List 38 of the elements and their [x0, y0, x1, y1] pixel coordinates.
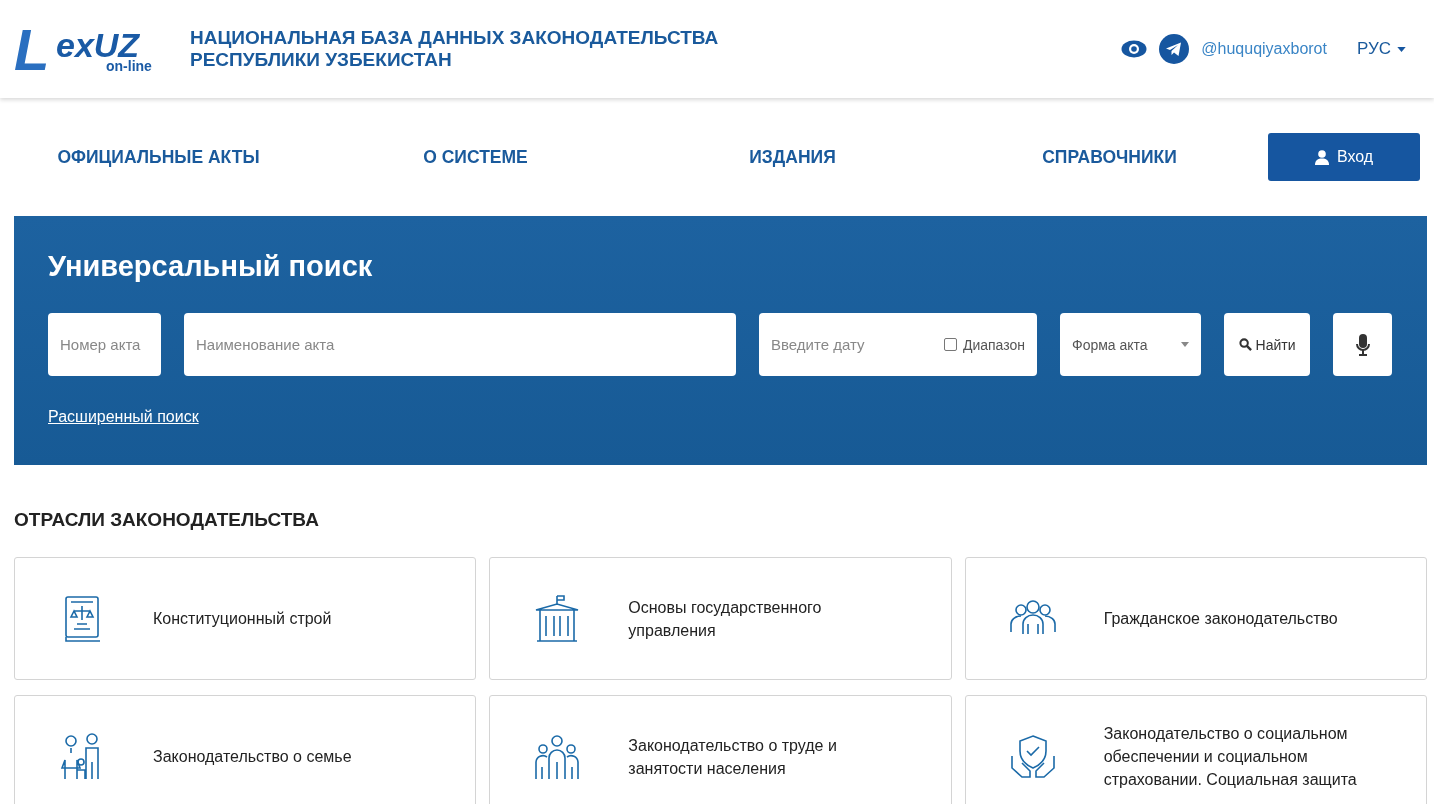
- category-card[interactable]: Законодательство о труде и занятости населения: [489, 695, 952, 804]
- nav-link[interactable]: О СИСТЕМЕ: [317, 146, 634, 168]
- act-number-field[interactable]: Номер акта: [48, 313, 161, 376]
- caret-icon: [1397, 46, 1406, 52]
- caret-icon: [1181, 342, 1189, 347]
- category-label: Конституционный строй: [153, 609, 332, 629]
- microphone-icon: [1355, 333, 1370, 356]
- microphone-button[interactable]: [1333, 313, 1392, 376]
- site-title: НАЦИОНАЛЬНАЯ БАЗА ДАННЫХ ЗАКОНОДАТЕЛЬСТВА: [190, 27, 720, 49]
- telegram-icon[interactable]: [1159, 34, 1190, 64]
- category-card[interactable]: Законодательство о семье: [14, 695, 477, 804]
- search-button[interactable]: Найти: [1224, 313, 1310, 376]
- section-heading: ОТРАСЛИ ЗАКОНОДАТЕЛЬСТВА: [14, 509, 320, 531]
- nav-link[interactable]: СПРАВОЧНИКИ: [951, 146, 1268, 168]
- search-title: Универсальный поиск: [48, 250, 374, 283]
- login-button[interactable]: Вход: [1268, 133, 1420, 181]
- search-icon: [1238, 338, 1252, 351]
- date-field[interactable]: Введите дату Диапазон: [759, 313, 1037, 376]
- nav-link[interactable]: ИЗДАНИЯ: [634, 146, 951, 168]
- category-label: Законодательство о социальном обеспечении и социальном страховании. Социальная защита: [1103, 724, 1358, 790]
- category-label: Законодательство о семье: [153, 747, 352, 767]
- nav-link[interactable]: ОФИЦИАЛЬНЫЕ АКТЫ: [0, 146, 317, 168]
- user-icon: [1314, 149, 1329, 165]
- act-form-dropdown[interactable]: Форма акта: [1060, 313, 1201, 376]
- category-card[interactable]: Основы государственного управления: [489, 557, 952, 680]
- category-label: Гражданское законодательство: [1103, 609, 1338, 629]
- category-label: Законодательство о труде и занятости населения: [628, 735, 838, 779]
- site-title: РЕСПУБЛИКИ УЗБЕКИСТАН: [190, 49, 453, 71]
- category-card[interactable]: Законодательство о социальном обеспечении и социальном страховании. Социальная защита: [964, 695, 1427, 804]
- category-card[interactable]: Гражданское законодательство: [964, 557, 1427, 680]
- telegram-link[interactable]: @huquqiyaxborot: [1201, 40, 1327, 58]
- act-name-field[interactable]: Наименование акта: [184, 313, 736, 376]
- language-dropdown[interactable]: РУС: [1356, 39, 1406, 59]
- eye-icon[interactable]: [1121, 40, 1148, 58]
- category-label: Основы государственного управления: [628, 597, 823, 641]
- range-checkbox[interactable]: Диапазон: [943, 336, 1025, 353]
- category-card[interactable]: Конституционный строй: [14, 557, 477, 680]
- advanced-search-link[interactable]: Расширенный поиск: [48, 408, 199, 426]
